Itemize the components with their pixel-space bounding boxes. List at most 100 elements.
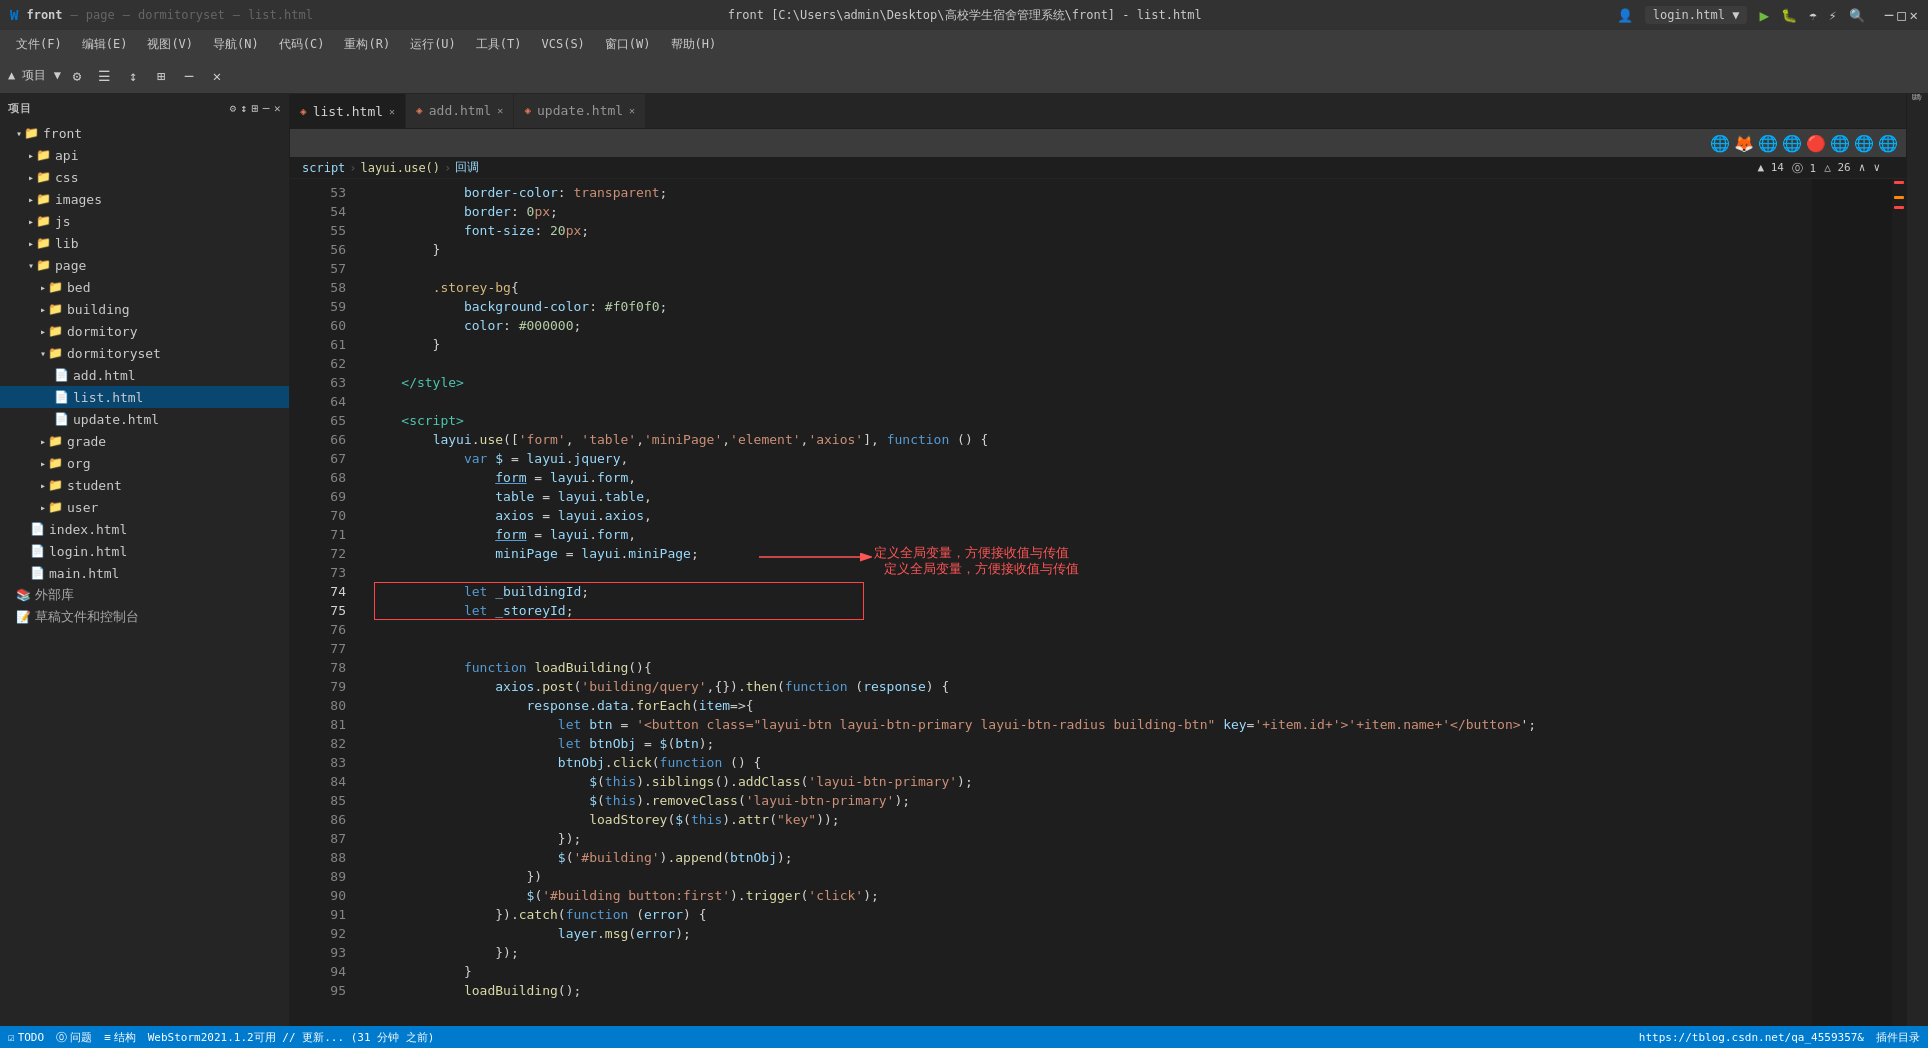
toolbar-collapse[interactable]: ─ bbox=[177, 64, 201, 88]
sidebar-header: 项目 ⚙ ↕ ⊞ ─ ✕ bbox=[0, 94, 289, 122]
tab-close-updatehtml[interactable]: ✕ bbox=[629, 105, 635, 116]
tree-item-bed[interactable]: 📁 bed bbox=[0, 276, 289, 298]
tree-item-css[interactable]: 📁 css bbox=[0, 166, 289, 188]
warning-count[interactable]: ⓪ 1 bbox=[1792, 161, 1816, 176]
run-btn[interactable]: ▶ bbox=[1759, 6, 1769, 25]
browser-icon-7[interactable]: 🌐 bbox=[1854, 134, 1874, 153]
browser-icon-3[interactable]: 🌐 bbox=[1758, 134, 1778, 153]
ln-72: 72 bbox=[304, 544, 346, 563]
tree-item-indexhtml[interactable]: 📄 index.html bbox=[0, 518, 289, 540]
tree-item-student[interactable]: 📁 student bbox=[0, 474, 289, 496]
git-btn[interactable]: ⚡ bbox=[1829, 8, 1837, 23]
toolbar-settings[interactable]: ⚙ bbox=[65, 64, 89, 88]
menu-refactor[interactable]: 重构(R) bbox=[336, 33, 398, 56]
status-structure[interactable]: ≡ 结构 bbox=[104, 1030, 136, 1045]
header-close-icon[interactable]: ✕ bbox=[274, 102, 281, 115]
coverage-btn[interactable]: ☂ bbox=[1809, 8, 1817, 23]
code-area[interactable]: border-color: transparent; border: 0px; … bbox=[354, 179, 1812, 1026]
ln-83: 83 bbox=[304, 753, 346, 772]
code-line-73 bbox=[370, 563, 1812, 582]
tree-item-user[interactable]: 📁 user bbox=[0, 496, 289, 518]
menu-file[interactable]: 文件(F) bbox=[8, 33, 70, 56]
tree-item-mainhtml[interactable]: 📄 main.html bbox=[0, 562, 289, 584]
toolbar-expand[interactable]: ⊞ bbox=[149, 64, 173, 88]
toolbar-sort[interactable]: ↕ bbox=[121, 64, 145, 88]
ln-55: 55 bbox=[304, 221, 346, 240]
menu-view[interactable]: 视图(V) bbox=[139, 33, 201, 56]
tree-item-js[interactable]: 📁 js bbox=[0, 210, 289, 232]
menu-vcs[interactable]: VCS(S) bbox=[534, 34, 593, 54]
tree-item-updatehtml[interactable]: 📄 update.html bbox=[0, 408, 289, 430]
breadcrumb-callback[interactable]: 回调 bbox=[455, 159, 479, 176]
debug-btn[interactable]: 🐛 bbox=[1781, 8, 1797, 23]
code-line-58: .storey-bg{ bbox=[370, 278, 1812, 297]
code-line-57 bbox=[370, 259, 1812, 278]
win-minimize-btn[interactable]: ─ bbox=[1885, 7, 1893, 23]
error-count[interactable]: ▲ 14 bbox=[1758, 161, 1785, 176]
menu-help[interactable]: 帮助(H) bbox=[663, 33, 725, 56]
caret-down[interactable]: ∨ bbox=[1873, 161, 1880, 176]
tree-item-images[interactable]: 📁 images bbox=[0, 188, 289, 210]
tab-updatehtml[interactable]: ◈ update.html ✕ bbox=[514, 94, 646, 128]
header-settings-icon[interactable]: ⚙ bbox=[229, 102, 236, 115]
tree-item-front[interactable]: 📁 front bbox=[0, 122, 289, 144]
tree-item-lib[interactable]: 📁 lib bbox=[0, 232, 289, 254]
ln-92: 92 bbox=[304, 924, 346, 943]
status-plugin[interactable]: 插件目录 bbox=[1876, 1030, 1920, 1045]
tree-item-org[interactable]: 📁 org bbox=[0, 452, 289, 474]
win-close-btn[interactable]: ✕ bbox=[1910, 7, 1918, 23]
browser-icon-8[interactable]: 🌐 bbox=[1878, 134, 1898, 153]
tree-item-loginhtml[interactable]: 📄 login.html bbox=[0, 540, 289, 562]
tab-close-listhtml[interactable]: ✕ bbox=[389, 106, 395, 117]
login-btn[interactable]: login.html ▼ bbox=[1645, 6, 1748, 24]
tab-listhtml[interactable]: ◈ list.html ✕ bbox=[290, 94, 406, 128]
ln-64: 64 bbox=[304, 392, 346, 411]
header-sort-icon[interactable]: ↕ bbox=[241, 102, 248, 115]
sidebar-header-icons: ⚙ ↕ ⊞ ─ ✕ bbox=[229, 102, 281, 115]
browser-icon-6[interactable]: 🌐 bbox=[1830, 134, 1850, 153]
code-line-67: var $ = layui.jquery, bbox=[370, 449, 1812, 468]
toolbar-layout[interactable]: ☰ bbox=[93, 64, 117, 88]
browser-icon-5[interactable]: 🔴 bbox=[1806, 134, 1826, 153]
tree-item-page[interactable]: 📁 page bbox=[0, 254, 289, 276]
caret-up[interactable]: ∧ bbox=[1859, 161, 1866, 176]
status-url[interactable]: https://tblog.csdn.net/qa_4559357& bbox=[1639, 1031, 1864, 1044]
status-update[interactable]: WebStorm2021.1.2可用 // 更新... (31 分钟 之前) bbox=[148, 1030, 435, 1045]
search-icon[interactable]: 🔍 bbox=[1849, 8, 1865, 23]
tree-item-listhtml[interactable]: 📄 list.html bbox=[0, 386, 289, 408]
menu-navigate[interactable]: 导航(N) bbox=[205, 33, 267, 56]
menu-edit[interactable]: 编辑(E) bbox=[74, 33, 136, 56]
tree-item-dormitoryset[interactable]: 📁 dormitoryset bbox=[0, 342, 289, 364]
menu-code[interactable]: 代码(C) bbox=[271, 33, 333, 56]
browser-icon-1[interactable]: 🌐 bbox=[1710, 134, 1730, 153]
header-expand-icon[interactable]: ⊞ bbox=[252, 102, 259, 115]
info-count[interactable]: △ 26 bbox=[1824, 161, 1851, 176]
breadcrumb-layuiuse[interactable]: layui.use() bbox=[361, 161, 440, 175]
ln-82: 82 bbox=[304, 734, 346, 753]
tree-item-grade[interactable]: 📁 grade bbox=[0, 430, 289, 452]
file-icon-addhtml: 📄 bbox=[54, 368, 69, 382]
tree-item-addhtml[interactable]: 📄 add.html bbox=[0, 364, 289, 386]
header-minus-icon[interactable]: ─ bbox=[263, 102, 270, 115]
toolbar-close[interactable]: ✕ bbox=[205, 64, 229, 88]
tab-addhtml[interactable]: ◈ add.html ✕ bbox=[406, 94, 514, 128]
menu-tools[interactable]: 工具(T) bbox=[468, 33, 530, 56]
menu-run[interactable]: 运行(U) bbox=[402, 33, 464, 56]
breadcrumb-script[interactable]: script bbox=[302, 161, 345, 175]
tree-item-dormitory[interactable]: 📁 dormitory bbox=[0, 320, 289, 342]
ln-74: 74 bbox=[304, 582, 346, 601]
win-maximize-btn[interactable]: □ bbox=[1897, 7, 1905, 23]
tab-close-addhtml[interactable]: ✕ bbox=[497, 105, 503, 116]
browser-icon-2[interactable]: 🦊 bbox=[1734, 134, 1754, 153]
tree-item-scratch[interactable]: 📝 草稿文件和控制台 bbox=[0, 606, 289, 628]
user-icon[interactable]: 👤 bbox=[1617, 8, 1633, 23]
tree-item-building[interactable]: 📁 building bbox=[0, 298, 289, 320]
menu-window[interactable]: 窗口(W) bbox=[597, 33, 659, 56]
browser-icon-4[interactable]: 🌐 bbox=[1782, 134, 1802, 153]
status-todo[interactable]: ☑ TODO bbox=[8, 1031, 44, 1044]
browser-toolbar: 🌐 🦊 🌐 🌐 🔴 🌐 🌐 🌐 bbox=[290, 129, 1906, 157]
status-problems[interactable]: ⓪ 问题 bbox=[56, 1030, 92, 1045]
tree-item-external[interactable]: 📚 外部库 bbox=[0, 584, 289, 606]
browser-icons: 🌐 🦊 🌐 🌐 🔴 🌐 🌐 🌐 bbox=[1710, 134, 1898, 153]
tree-item-api[interactable]: 📁 api bbox=[0, 144, 289, 166]
